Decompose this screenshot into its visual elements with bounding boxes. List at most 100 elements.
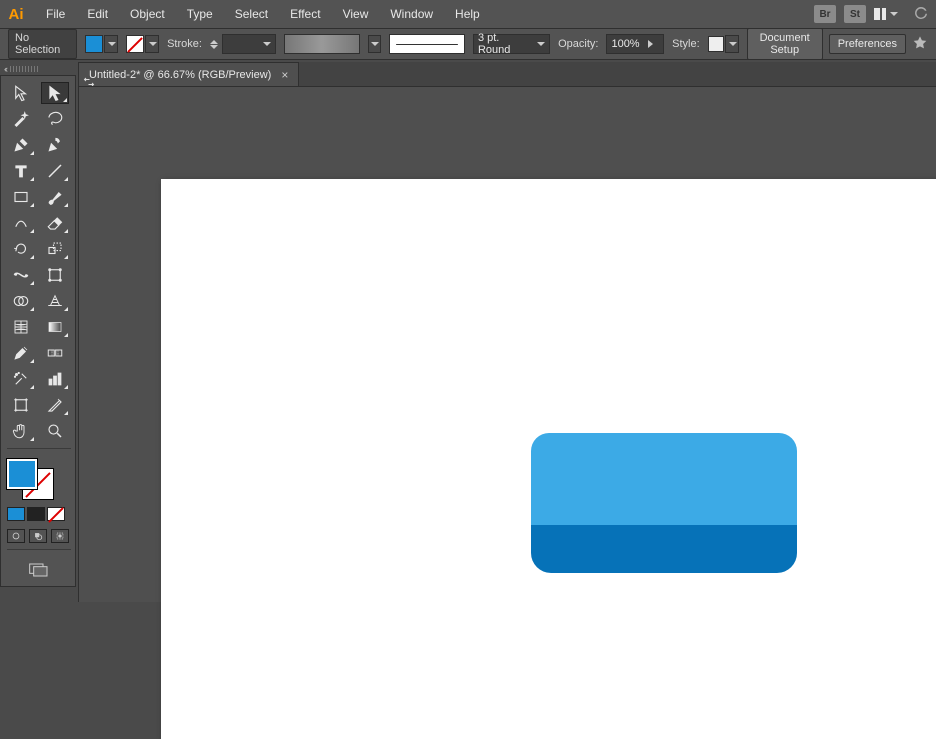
menu-window[interactable]: Window	[380, 3, 443, 25]
lasso-tool[interactable]	[41, 108, 69, 130]
color-mode-gradient[interactable]	[27, 507, 45, 521]
menu-bar: Ai File Edit Object Type Select Effect V…	[0, 0, 936, 28]
scale-tool[interactable]	[41, 238, 69, 260]
artwork-shape-bottom[interactable]	[531, 525, 797, 573]
slice-tool[interactable]	[41, 394, 69, 416]
curvature-tool[interactable]	[41, 134, 69, 156]
chevron-down-icon	[537, 42, 545, 46]
selection-tool[interactable]	[7, 82, 35, 104]
panel-grip-icon	[10, 66, 40, 72]
opacity-slider-icon[interactable]	[648, 40, 653, 48]
magic-wand-tool[interactable]	[7, 108, 35, 130]
menubar-right: Br St	[814, 4, 930, 25]
color-mode-color[interactable]	[7, 507, 25, 521]
chevron-down-icon	[263, 42, 271, 46]
menu-view[interactable]: View	[333, 3, 379, 25]
line-segment-tool[interactable]	[41, 160, 69, 182]
document-area[interactable]	[78, 86, 936, 602]
stroke-dropdown[interactable]	[145, 35, 159, 53]
menu-select[interactable]: Select	[225, 3, 278, 25]
paintbrush-tool[interactable]	[41, 186, 69, 208]
free-transform-tool[interactable]	[41, 264, 69, 286]
artboard-tool[interactable]	[7, 394, 35, 416]
eraser-tool[interactable]	[41, 212, 69, 234]
menu-file[interactable]: File	[36, 3, 75, 25]
stroke-weight-input[interactable]	[210, 34, 276, 54]
direct-selection-tool[interactable]	[41, 82, 69, 104]
document-tab-title: Untitled-2* @ 66.67% (RGB/Preview)	[89, 69, 271, 81]
fill-stroke-proxy[interactable]	[7, 459, 53, 499]
zoom-tool[interactable]	[41, 420, 69, 442]
rotate-tool[interactable]	[7, 238, 35, 260]
opacity-value: 100%	[611, 38, 639, 50]
mesh-tool[interactable]	[7, 316, 35, 338]
style-label: Style:	[672, 38, 700, 50]
rectangle-tool[interactable]	[7, 186, 35, 208]
shape-builder-tool[interactable]	[7, 290, 35, 312]
graphic-style-dropdown[interactable]	[725, 35, 739, 53]
draw-behind-icon[interactable]	[29, 529, 47, 543]
panel-collapse-strip[interactable]: ‹‹	[0, 63, 78, 75]
color-mode-none[interactable]	[47, 507, 65, 521]
stroke-swatch-group[interactable]	[126, 35, 159, 53]
app-logo: Ai	[6, 4, 26, 24]
document-tab[interactable]: Untitled-2* @ 66.67% (RGB/Preview) ×	[78, 62, 299, 86]
width-tool[interactable]	[7, 264, 35, 286]
variable-width-dropdown[interactable]	[368, 35, 381, 53]
menu-effect[interactable]: Effect	[280, 3, 330, 25]
variable-width-profile[interactable]	[284, 34, 360, 54]
preferences-button[interactable]: Preferences	[829, 34, 906, 54]
stock-badge[interactable]: St	[844, 5, 866, 23]
menu-help[interactable]: Help	[445, 3, 490, 25]
sync-settings-icon[interactable]	[912, 4, 930, 25]
stroke-weight-field[interactable]	[222, 34, 276, 54]
chevron-down-icon	[371, 42, 379, 46]
fill-swatch-group[interactable]	[85, 35, 118, 53]
graphic-style-group[interactable]	[708, 35, 739, 53]
menu-type[interactable]: Type	[177, 3, 223, 25]
favorite-icon[interactable]	[912, 35, 928, 54]
graphic-style-swatch[interactable]	[708, 36, 724, 52]
eyedropper-tool[interactable]	[7, 342, 35, 364]
chevron-down-icon	[890, 12, 898, 16]
hand-tool[interactable]	[7, 420, 35, 442]
gradient-tool[interactable]	[41, 316, 69, 338]
brush-name: 3 pt. Round	[478, 32, 533, 56]
brush-definition[interactable]	[389, 34, 465, 54]
chevron-down-icon	[149, 42, 157, 46]
tools-panel	[0, 75, 76, 587]
stroke-weight-spinner[interactable]	[210, 40, 218, 49]
document-tab-bar: Untitled-2* @ 66.67% (RGB/Preview) ×	[78, 62, 936, 86]
bridge-badge[interactable]: Br	[814, 5, 836, 23]
blend-tool[interactable]	[41, 342, 69, 364]
draw-normal-icon[interactable]	[7, 529, 25, 543]
draw-inside-icon[interactable]	[51, 529, 69, 543]
artwork-shape-top[interactable]	[531, 433, 797, 527]
opacity-field[interactable]: 100%	[606, 34, 664, 54]
color-mode-row	[7, 507, 71, 521]
close-tab-button[interactable]: ×	[281, 68, 288, 82]
shaper-tool[interactable]	[7, 212, 35, 234]
control-bar: No Selection Stroke: 3 pt. Round Opacity…	[0, 28, 936, 60]
screen-mode-button[interactable]	[7, 562, 71, 578]
symbol-sprayer-tool[interactable]	[7, 368, 35, 390]
fill-swatch[interactable]	[85, 35, 103, 53]
fill-proxy[interactable]	[7, 459, 37, 489]
chevron-down-icon	[729, 42, 737, 46]
chevron-down-icon	[108, 42, 116, 46]
opacity-label: Opacity:	[558, 38, 598, 50]
menu-object[interactable]: Object	[120, 3, 175, 25]
perspective-grid-tool[interactable]	[41, 290, 69, 312]
draw-mode-row	[7, 529, 71, 543]
column-graph-tool[interactable]	[41, 368, 69, 390]
selection-state: No Selection	[8, 29, 77, 59]
document-setup-button[interactable]: Document Setup	[747, 28, 823, 60]
brush-name-field[interactable]: 3 pt. Round	[473, 34, 550, 54]
pen-tool[interactable]	[7, 134, 35, 156]
collapse-arrows-icon: ‹‹	[4, 64, 6, 74]
type-tool[interactable]	[7, 160, 35, 182]
fill-dropdown[interactable]	[104, 35, 118, 53]
stroke-swatch[interactable]	[126, 35, 144, 53]
workspace-switcher[interactable]	[874, 6, 904, 22]
menu-edit[interactable]: Edit	[77, 3, 118, 25]
